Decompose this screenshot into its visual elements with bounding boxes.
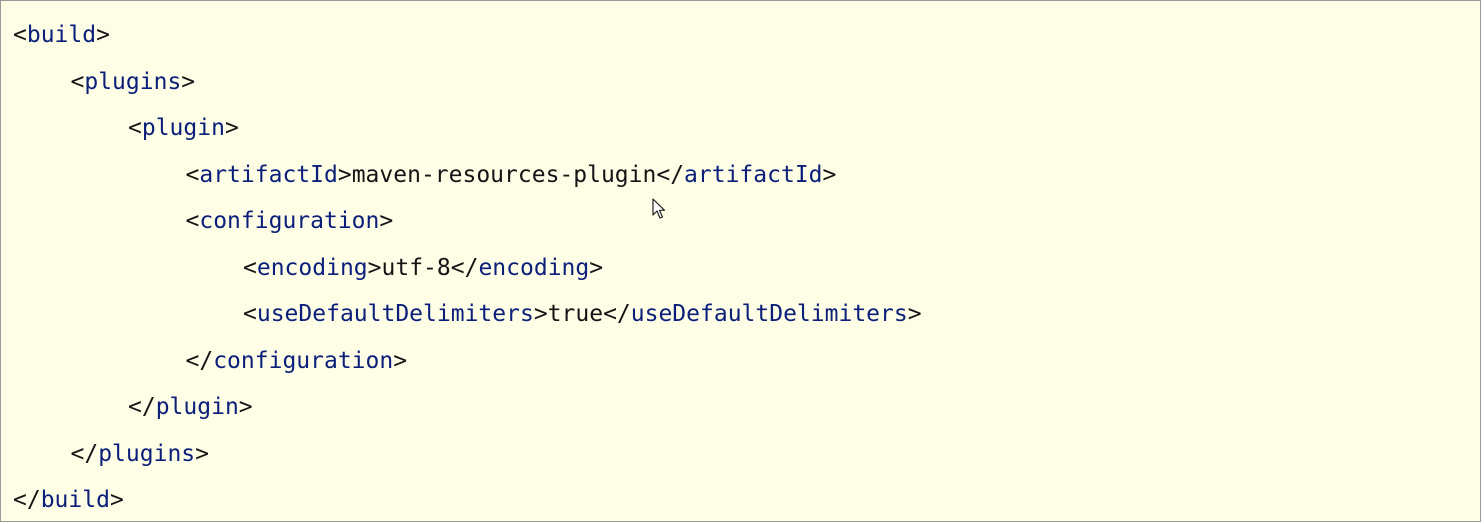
xml-tag-name: plugin: [155, 394, 239, 420]
code-block: <build> <plugins> <plugin> <artifactId>mave…: [0, 0, 1481, 522]
code-line: <build>: [13, 15, 922, 62]
code-line: <configuration>: [13, 201, 922, 248]
tag-open-bracket: </: [128, 394, 156, 420]
code-line: </plugin>: [13, 387, 922, 434]
tag-close-bracket: >: [533, 301, 548, 327]
tag-open-bracket: </: [656, 161, 685, 188]
xml-end-tag-name: encoding: [478, 254, 590, 281]
tag-close-bracket: >: [109, 487, 124, 513]
tag-open-bracket: <: [128, 115, 142, 141]
xml-tag-name: plugins: [84, 68, 182, 95]
tag-open-bracket: <: [185, 208, 200, 234]
code-lines: <build> <plugins> <plugin> <artifactId>mave…: [13, 15, 922, 521]
tag-open-bracket: </: [603, 301, 631, 327]
code-line: </configuration>: [13, 341, 922, 388]
xml-text-value: true: [547, 301, 604, 327]
tag-close-bracket: >: [337, 161, 352, 188]
tag-close-bracket: >: [224, 115, 239, 141]
code-line: <plugin>: [13, 108, 922, 155]
xml-tag-name: artifactId: [199, 161, 338, 188]
tag-close-bracket: >: [367, 254, 382, 281]
xml-end-tag-name: useDefaultDelimiters: [630, 301, 908, 327]
xml-tag-name: useDefaultDelimiters: [256, 301, 534, 327]
code-line: </plugins>: [13, 434, 922, 481]
xml-tag-name: build: [26, 22, 97, 48]
code-line: <plugins>: [13, 62, 922, 109]
code-line: <useDefaultDelimiters>true</useDefaultDe…: [13, 294, 922, 341]
xml-end-tag-name: artifactId: [684, 161, 823, 188]
tag-close-bracket: >: [589, 254, 604, 281]
tag-close-bracket: >: [379, 208, 394, 234]
mouse-pointer-icon: [652, 198, 666, 219]
xml-text-value: utf-8: [381, 254, 451, 281]
tag-close-bracket: >: [907, 301, 922, 327]
xml-tag-name: configuration: [199, 208, 380, 234]
tag-open-bracket: </: [450, 254, 479, 281]
tag-close-bracket: >: [181, 68, 196, 95]
tag-open-bracket: <: [70, 68, 85, 95]
tag-open-bracket: </: [13, 487, 41, 513]
tag-close-bracket: >: [238, 394, 253, 420]
xml-tag-name: plugin: [141, 115, 225, 141]
tag-open-bracket: <: [185, 161, 200, 188]
xml-tag-name: plugins: [98, 440, 196, 467]
code-line: <encoding>utf-8</encoding>: [13, 248, 922, 295]
code-line: </build>: [13, 480, 922, 521]
xml-tag-name: encoding: [256, 254, 368, 281]
tag-open-bracket: </: [70, 440, 99, 467]
tag-open-bracket: <: [243, 254, 257, 281]
xml-text-value: maven-resources-plugin: [351, 161, 657, 188]
tag-open-bracket: <: [13, 22, 27, 48]
tag-open-bracket: </: [185, 347, 214, 374]
tag-close-bracket: >: [195, 440, 209, 467]
tag-open-bracket: <: [243, 301, 257, 327]
xml-tag-name: build: [40, 487, 110, 513]
code-line: <artifactId>maven-resources-plugin</arti…: [13, 155, 922, 202]
xml-tag-name: configuration: [213, 347, 394, 374]
tag-close-bracket: >: [96, 22, 110, 48]
tag-close-bracket: >: [393, 347, 408, 374]
tag-close-bracket: >: [822, 161, 837, 188]
